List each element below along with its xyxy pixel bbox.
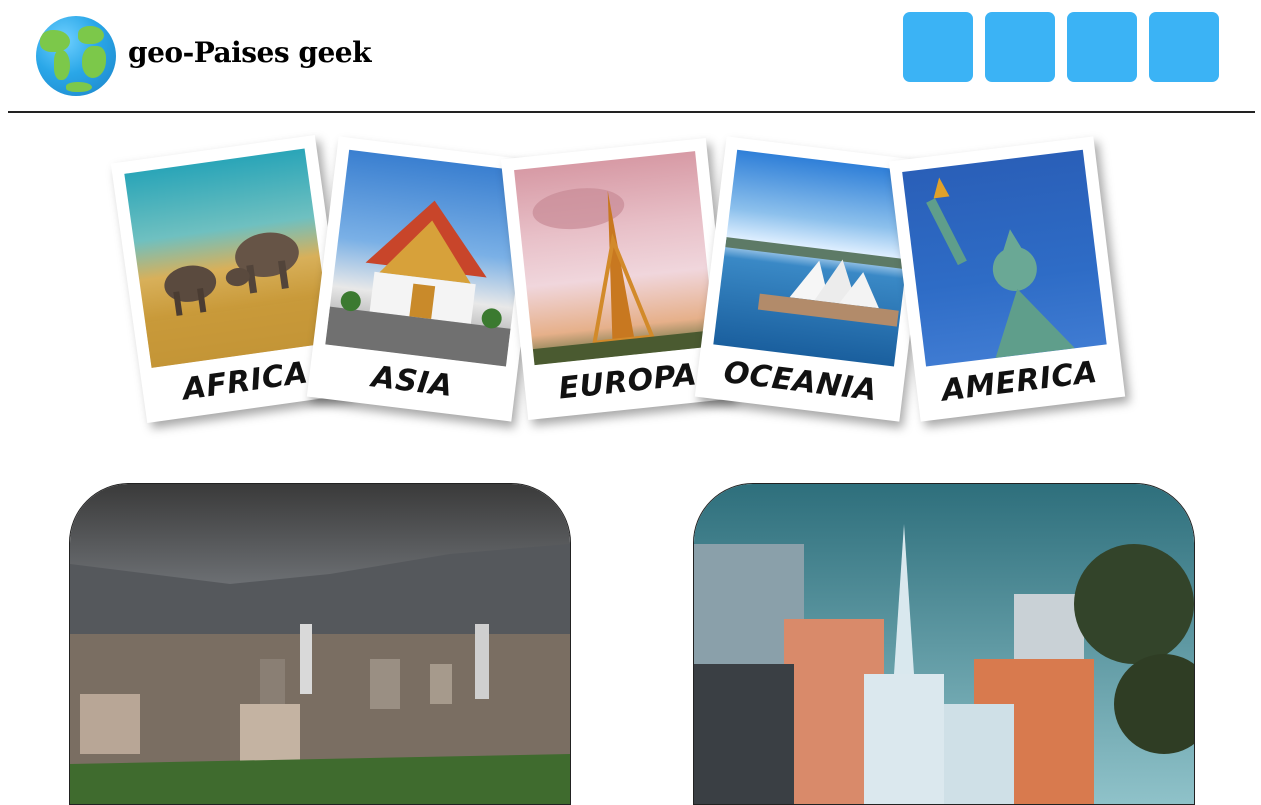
site-header: geo-Paises geek: [0, 0, 1261, 112]
america-photo: [902, 149, 1107, 367]
globe-icon[interactable]: [36, 16, 116, 96]
nav-button-4[interactable]: [1149, 12, 1219, 82]
continent-card-america[interactable]: AMERICA: [888, 136, 1126, 422]
nav-button-3[interactable]: [1067, 12, 1137, 82]
city-card-medellin[interactable]: [69, 483, 571, 805]
medellin-photo: [70, 484, 570, 804]
africa-photo: [124, 148, 332, 368]
brand-title: geo-Paises geek: [128, 36, 371, 69]
header-divider: [8, 111, 1255, 113]
nav-button-1[interactable]: [903, 12, 973, 82]
europa-photo: [514, 151, 716, 366]
oceania-photo: [713, 149, 918, 367]
city-card-cali[interactable]: [693, 483, 1195, 805]
cali-photo: [694, 484, 1194, 804]
nav-button-2[interactable]: [985, 12, 1055, 82]
asia-photo: [325, 149, 530, 367]
